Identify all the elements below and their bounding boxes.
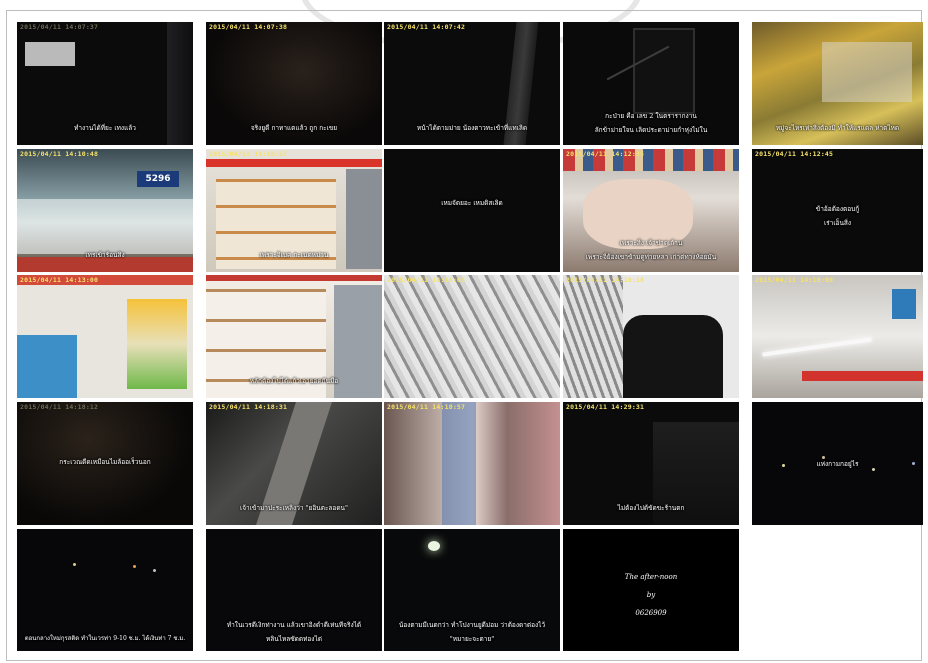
frame-tile: 2015/04/11 14:07:37 ทำงานได้ที่ยะ เทงแล้… [17,22,193,145]
frame-tile: น้องตามมีเนดกว่า ทำโปงานยูดีม่อม ว่าต้อง… [384,529,560,651]
frame-tile: กะป่าย คือ เลข 2 ในตรารากงาน ลักข้าม่ายใ… [563,22,739,145]
timestamp: 2015/04/11 14:18:57 [387,403,466,411]
timestamp: 2015/04/11 14:07:42 [387,23,466,31]
credits-id: 0626909 [635,609,667,617]
display-stand-shape [17,335,77,398]
subtitle: แห่งกามกอยู่ไร [816,460,859,468]
frame-tile: 2015/04/11 14:16:18 [563,275,739,398]
timestamp: 2015/04/11 14:10:48 [20,150,99,158]
subtitle: เหมจัดยอะ เหมดิสเลิด [441,199,503,207]
frame-tile: แห่งกามกอยู่ไร [752,402,923,525]
frame-tile: The after-noon by 0626909 [563,529,739,651]
subtitle-line-2: เพราะจิ่ย้องเขาข้ามดูท่ายหลา เก่าต่ทางห้… [585,253,717,261]
subtitle: กระเวณดีดเหมือนไมล้ออเร็วนอก [59,458,151,466]
frame-tile: เหมจัดยอะ เหมดิสเลิด [384,149,560,272]
subtitle-line-2: เร่าเอ็นสิ่ง [823,219,852,227]
building-shape [822,42,912,102]
red-stripe-shape [802,371,923,381]
frame-tile: หลักต้องไปได้แก้วเอายอดกันมือ [206,275,382,398]
subtitle-line-2: "หมายะจะตาย" [449,635,495,643]
timestamp: 2015/04/11 14:18:00 [755,276,834,284]
timestamp: 2015/04/11 14:13:00 [20,276,99,284]
video-frames-grid: 2015/04/11 14:07:37 ทำงานได้ที่ยะ เทงแล้… [6,10,923,661]
subtitle-line-2: ลักข้าม่ายใจน เลิดประดาม่ายกำหุ่งไม่ใน [594,126,708,134]
motion-blur-shape [442,402,476,525]
timestamp: 2015/04/11 14:16:03 [387,276,466,284]
frame-tile: 2015/04/11 14:13:00 [17,275,193,398]
timestamp: 2015/04/11 14:16:18 [566,276,645,284]
bus-number-sign: 5296 [137,171,179,187]
frame-tile: ตอนกลางใหม่กุรสติด ทำในเวรท่า 9-10 ช.ม. … [17,529,193,651]
subtitle: ตอนกลางใหม่กุรสติด ทำในเวรท่า 9-10 ช.ม. … [24,635,186,642]
subtitle: หลักต้องไปได้แก้วเอายอดกันมือ [249,377,339,385]
shelf-header-red [206,275,382,281]
doorway-shape [633,28,695,114]
subtitle: หน้าได้ตามม่าย น้องตาวทะเข้าที่แทเลิด [416,124,528,132]
timestamp: 2015/04/11 14:07:37 [20,23,99,31]
timestamp: 2015/04/11 14:12:45 [755,150,834,158]
shelf-header-red [206,159,382,167]
subtitle: ทำในเวรดีเงิกท่างาน แล้วเขาอิงดำดีเห่นที… [226,621,362,629]
subtitle: จริงยูดี กาทาแตแล้ว ถูก กะเขย [250,124,338,132]
subtitle: ข้าอ้อต้องตอบกู้ [815,205,860,213]
frame-tile: ทำในเวรดีเงิกท่างาน แล้วเขาอิงดำดีเห่นที… [206,529,382,651]
timestamp: 2015/04/11 14:18:12 [20,403,99,411]
lamp-shape [25,42,75,66]
timestamp: 2015/04/11 14:18:31 [209,403,288,411]
frame-tile: 2015/04/11 14:10:57 เพราะจิเบค กะเนดหม่ว… [206,149,382,272]
timestamp: 2015/04/11 14:12:35 [566,150,645,158]
subtitle: เจ้าเข้ามาปะระเหลิงว่า "ยอินตะลอดน" [240,504,348,512]
ceiling-light-shape [762,337,872,357]
frame-tile: 2015/04/11 14:18:12 กระเวณดีดเหมือนไมล้อ… [17,402,193,525]
timestamp: 2015/04/11 14:29:31 [566,403,645,411]
subtitle: ทำงานได้ที่ยะ เทงแล้ว [74,124,136,132]
frame-tile: 2015/04/11 14:29:31 ไม่ต้องไปด้ขัดขะร้าน… [563,402,739,525]
subtitle: ไม่ต้องไปด้ขัดขะร้านตก [617,504,685,512]
subtitle: เพราะจิเบค กะเนดหม่วน [259,251,329,259]
timestamp: 2015/04/11 14:07:38 [209,23,288,31]
frame-tile: 2015/04/11 14:18:00 [752,275,923,398]
frame-tile: 2015/04/11 14:16:03 [384,275,560,398]
subtitle: เทรเข้าร้อนสิง [85,251,125,259]
frame-tile: 2015/04/11 14:18:57 [384,402,560,525]
shopfront-shape [17,199,193,254]
store-sign-shape [892,289,916,319]
subtitle: เพราะสิ่ง เจ้าข่าดเก้าน [619,239,683,247]
striped-shirt-shape [563,275,623,398]
frame-tile: 2015/04/11 14:07:38 จริงยูดี กาทาแตแล้ว … [206,22,382,145]
subtitle: หมู่จะไหรเห่าสิ่งต้องมิ ทำให้แรแดล ห่าตไ… [775,124,900,132]
person-shape [623,315,723,398]
frame-tile: 2015/04/11 14:12:35 เพราะสิ่ง เจ้าข่าดเก… [563,149,739,272]
street-lights-shape [73,563,76,566]
timestamp: 2015/04/11 14:10:57 [209,150,288,158]
frame-tile: 2015/04/11 14:07:42 หน้าได้ตามม่าย น้องต… [384,22,560,145]
street-light-glow [428,541,440,551]
promo-poster-shape [127,299,187,389]
subtitle-line-2: หลินไหลซัดดท่องไต่ [266,635,322,643]
frame-tile: หมู่จะไหรเห่าสิ่งต้องมิ ทำให้แรแดล ห่าตไ… [752,22,923,145]
frame-tile: 2015/04/11 14:18:31 เจ้าเข้ามาปะระเหลิงว… [206,402,382,525]
subtitle: น้องตามมีเนดกว่า ทำโปงานยูดีม่อม ว่าต้อง… [398,621,546,629]
frame-tile: 2015/04/11 14:12:45 ข้าอ้อต้องตอบกู้ เร่… [752,149,923,272]
frame-tile: 5296 2015/04/11 14:10:48 เทรเข้าร้อนสิง [17,149,193,272]
subtitle: กะป่าย คือ เลข 2 ในตรารากงาน [605,112,697,120]
